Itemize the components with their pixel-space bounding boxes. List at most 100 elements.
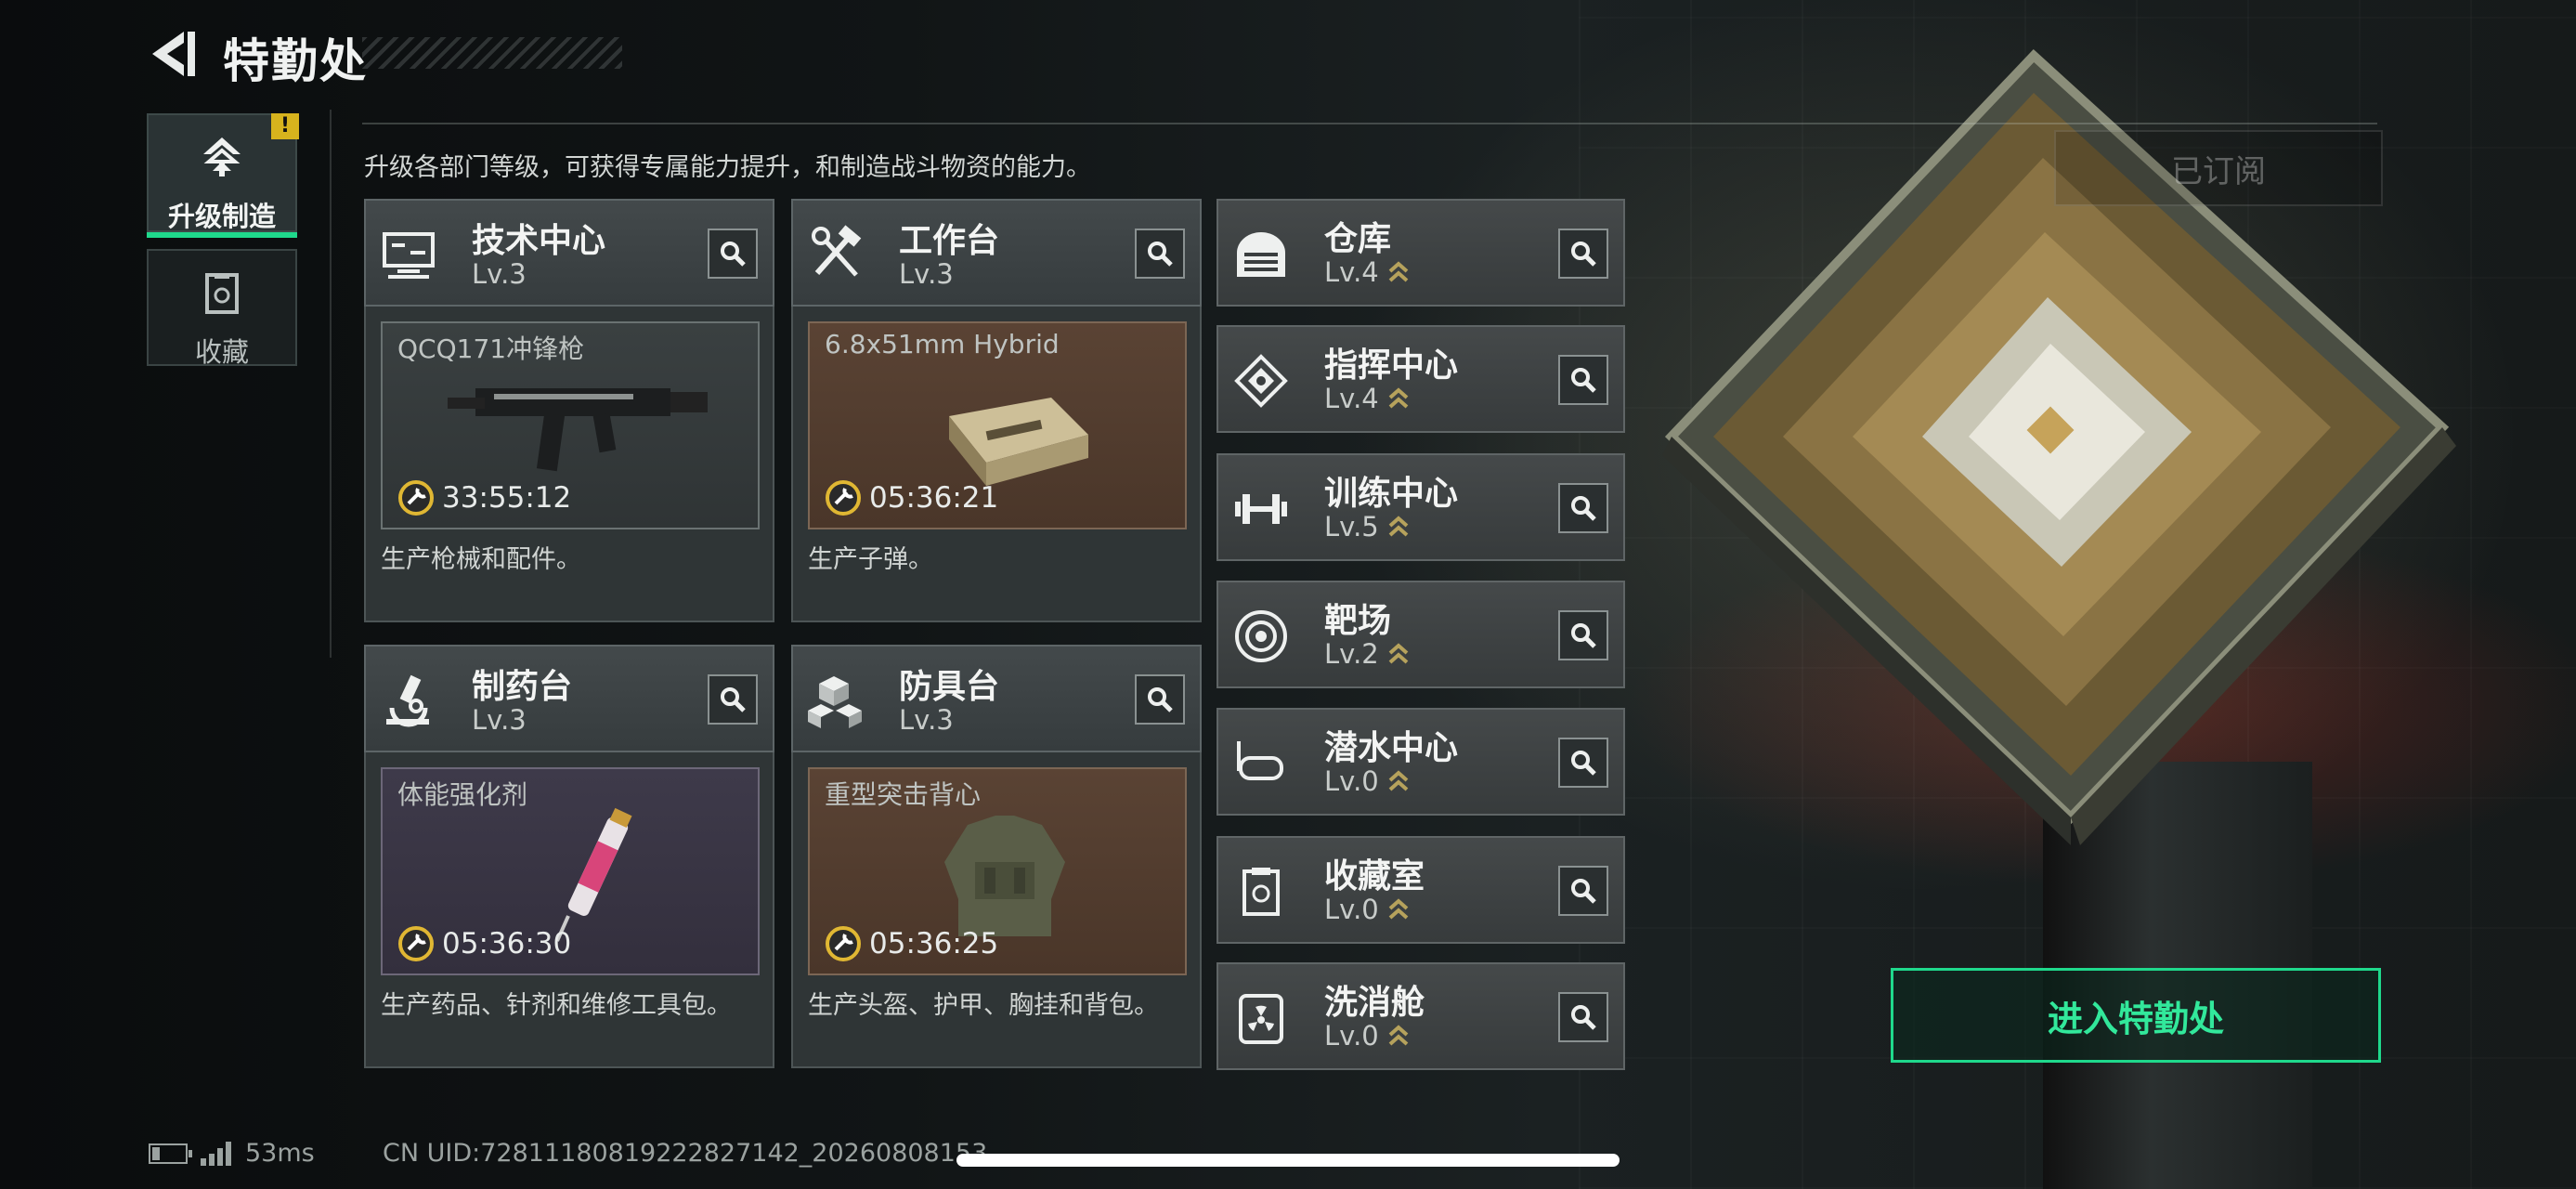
inspect-button[interactable] bbox=[1558, 610, 1608, 660]
upgrade-chevron-icon bbox=[1388, 643, 1409, 664]
upgrade-chevron-icon bbox=[1388, 516, 1409, 537]
facility-name: 训练中心 bbox=[1324, 475, 1459, 513]
wrench-clock-icon bbox=[398, 926, 434, 961]
facility-name: 防具台 bbox=[899, 668, 1000, 706]
upgrade-chevron-icon bbox=[1388, 261, 1409, 282]
facility-name: 洗消舱 bbox=[1324, 984, 1425, 1022]
armor-boxes-icon bbox=[808, 676, 862, 728]
inspect-button[interactable] bbox=[1558, 866, 1608, 916]
enter-special-ops-button[interactable]: 进入特勤处 bbox=[1891, 968, 2381, 1063]
collection-icon bbox=[205, 273, 239, 314]
back-button[interactable] bbox=[147, 28, 202, 80]
facility-item-shooting-range[interactable]: 靶场 Lv.2 bbox=[1216, 581, 1625, 688]
inspect-button[interactable] bbox=[1558, 992, 1608, 1042]
upgrade-chevron-icon bbox=[1388, 898, 1409, 920]
search-icon bbox=[1148, 242, 1173, 267]
facility-item-warehouse[interactable]: 仓库 Lv.4 bbox=[1216, 199, 1625, 307]
inspect-button[interactable] bbox=[708, 674, 758, 725]
microscope-icon bbox=[386, 674, 429, 727]
search-icon bbox=[1571, 1005, 1596, 1030]
facility-item-command-center[interactable]: 指挥中心 Lv.4 bbox=[1216, 325, 1625, 433]
production-slot[interactable]: 重型突击背心 05:36:25 bbox=[808, 767, 1187, 975]
status-bar: 53ms bbox=[149, 1139, 315, 1168]
facility-item-dive-center[interactable]: 潜水中心 Lv.0 bbox=[1216, 708, 1625, 816]
page-title: 特勤处 bbox=[223, 34, 368, 88]
wrench-clock-icon bbox=[398, 480, 434, 516]
nav-collection[interactable]: 收藏 bbox=[147, 249, 297, 368]
facility-level: Lv.3 bbox=[472, 258, 527, 290]
facility-description: 生产子弹。 bbox=[808, 545, 933, 574]
inspect-button[interactable] bbox=[1558, 229, 1608, 279]
wrench-clock-icon bbox=[826, 926, 861, 961]
search-icon bbox=[721, 687, 746, 712]
level-text: Lv.5 bbox=[1324, 511, 1379, 542]
level-text: Lv.0 bbox=[1324, 894, 1379, 925]
signal-icon bbox=[201, 1141, 234, 1166]
facility-level: Lv.0 bbox=[1324, 765, 1411, 797]
production-slot[interactable]: 6.8x51mm Hybrid 05:36:21 bbox=[808, 321, 1187, 529]
facility-item-training-center[interactable]: 训练中心 Lv.5 bbox=[1216, 453, 1625, 561]
card-body: 重型突击背心 05:36:25 生产头盔、护甲、胸挂和背包。 bbox=[791, 752, 1202, 1068]
facility-name: 仓库 bbox=[1324, 220, 1392, 258]
product-name: 6.8x51mm Hybrid bbox=[825, 329, 1060, 359]
facility-name: 收藏室 bbox=[1324, 857, 1425, 895]
back-arrow-icon bbox=[152, 32, 195, 76]
facility-level: Lv.3 bbox=[472, 704, 527, 736]
facility-item-decontamination[interactable]: 洗消舱 Lv.0 bbox=[1216, 962, 1625, 1070]
card-body: QCQ171冲锋枪 33:55:12 生产枪械和配件。 bbox=[364, 307, 774, 622]
level-text: Lv.2 bbox=[1324, 638, 1379, 670]
timer-text: 05:36:21 bbox=[869, 481, 999, 515]
uid-text: CN UID:7281118081922282714​2_20260808153 bbox=[383, 1139, 988, 1168]
nav-upgrade-craft[interactable]: ! 升级制造 bbox=[147, 113, 299, 238]
inspect-button[interactable] bbox=[1558, 483, 1608, 533]
card-header: 防具台 Lv.3 bbox=[791, 645, 1202, 752]
production-slot[interactable]: 体能强化剂 05:36:30 bbox=[381, 767, 760, 975]
card-header: 制药台 Lv.3 bbox=[364, 645, 774, 752]
inspect-button[interactable] bbox=[1558, 738, 1608, 788]
nav-label: 升级制造 bbox=[167, 201, 276, 232]
upgrade-chevron-icon bbox=[1388, 387, 1409, 409]
production-timer: 05:36:25 bbox=[825, 925, 998, 962]
facility-description: 生产枪械和配件。 bbox=[381, 545, 581, 574]
facility-card-pharmacy[interactable]: 制药台 Lv.3 体能强化剂 05:36:30 生产药品、针剂和维修工具包。 bbox=[364, 645, 774, 1068]
facility-level: Lv.5 bbox=[1324, 511, 1411, 542]
facility-level: Lv.4 bbox=[1324, 383, 1411, 414]
upgrade-chevron-icon bbox=[1388, 1025, 1409, 1046]
card-header: 工作台 Lv.3 bbox=[791, 199, 1202, 307]
facility-level: Lv.0 bbox=[1324, 1020, 1411, 1052]
inspect-button[interactable] bbox=[1135, 674, 1185, 725]
timer-text: 33:55:12 bbox=[442, 481, 572, 515]
upgrade-icon bbox=[203, 137, 241, 176]
target-icon bbox=[1235, 610, 1287, 662]
home-indicator[interactable] bbox=[956, 1154, 1620, 1167]
facility-item-collection-room[interactable]: 收藏室 Lv.0 bbox=[1216, 836, 1625, 944]
production-timer: 33:55:12 bbox=[397, 479, 571, 516]
inspect-button[interactable] bbox=[708, 229, 758, 279]
search-icon bbox=[1571, 242, 1596, 267]
level-text: Lv.0 bbox=[1324, 1020, 1379, 1052]
facility-name: 技术中心 bbox=[472, 222, 606, 260]
radiation-icon bbox=[1239, 994, 1283, 1044]
inspect-button[interactable] bbox=[1135, 229, 1185, 279]
facility-card-tech-center[interactable]: 技术中心 Lv.3 QCQ171冲锋枪 33:55:12 生产枪械和配件。 bbox=[364, 199, 774, 622]
facility-level: Lv.4 bbox=[1324, 256, 1411, 288]
facility-card-workbench[interactable]: 工作台 Lv.3 6.8x51mm Hybrid 05:36:21 生产子弹。 bbox=[791, 199, 1202, 622]
inspect-button[interactable] bbox=[1558, 355, 1608, 405]
subscribed-button[interactable]: 已订阅 bbox=[2054, 130, 2383, 206]
production-timer: 05:36:21 bbox=[825, 479, 998, 516]
facility-name: 制药台 bbox=[472, 668, 573, 706]
facility-level: Lv.2 bbox=[1324, 638, 1411, 670]
battery-icon bbox=[149, 1143, 192, 1164]
facility-card-armor-bench[interactable]: 防具台 Lv.3 重型突击背心 05:36:25 生产头盔、护甲、胸挂和背包。 bbox=[791, 645, 1202, 1068]
card-body: 体能强化剂 05:36:30 生产药品、针剂和维修工具包。 bbox=[364, 752, 774, 1068]
search-icon bbox=[1571, 623, 1596, 648]
card-header: 技术中心 Lv.3 bbox=[364, 199, 774, 307]
production-slot[interactable]: QCQ171冲锋枪 33:55:12 bbox=[381, 321, 760, 529]
upgrade-chevron-icon bbox=[1388, 770, 1409, 791]
facility-level: Lv.3 bbox=[899, 704, 954, 736]
level-text: Lv.4 bbox=[1324, 256, 1379, 288]
search-icon bbox=[1571, 879, 1596, 904]
facility-level: Lv.0 bbox=[1324, 894, 1411, 925]
monitor-icon bbox=[383, 232, 435, 279]
dumbbell-icon bbox=[1235, 494, 1287, 524]
